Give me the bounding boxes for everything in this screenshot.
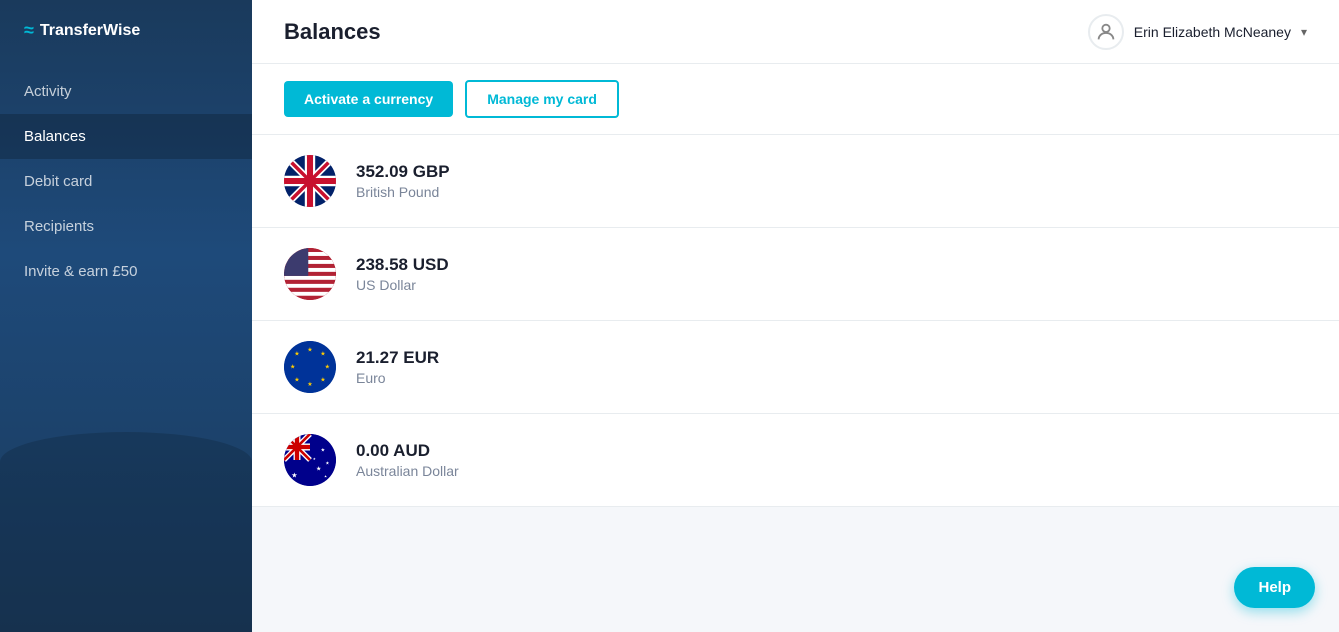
user-name: Erin Elizabeth McNeaney — [1134, 24, 1291, 40]
svg-text:★: ★ — [321, 447, 326, 453]
currency-item-usd[interactable]: 238.58 USD US Dollar — [252, 228, 1339, 321]
logo-icon: ≈ — [24, 20, 34, 41]
currency-info-gbp: 352.09 GBP British Pound — [356, 162, 450, 200]
flag-eur: ★ ★ ★ ★ ★ ★ ★ ★ — [284, 341, 336, 393]
logo-area: ≈ TransferWise — [0, 0, 252, 69]
currency-name-eur: Euro — [356, 370, 439, 386]
svg-text:★: ★ — [294, 351, 299, 358]
flag-usd — [284, 248, 336, 300]
currency-item-aud[interactable]: ★ ★ ★ ★ ★ ★ 0.00 AUD Australian Dollar — [252, 414, 1339, 507]
sidebar-item-invite[interactable]: Invite & earn £50 — [0, 249, 252, 294]
svg-text:★: ★ — [324, 474, 327, 478]
currency-name-usd: US Dollar — [356, 277, 449, 293]
svg-text:★: ★ — [290, 364, 295, 371]
sidebar-item-debit-card[interactable]: Debit card — [0, 159, 252, 204]
help-button[interactable]: Help — [1234, 567, 1315, 608]
sidebar-item-activity[interactable]: Activity — [0, 69, 252, 114]
flag-aud: ★ ★ ★ ★ ★ ★ — [284, 434, 336, 486]
svg-text:★: ★ — [294, 377, 299, 384]
svg-text:★: ★ — [316, 465, 321, 472]
logo[interactable]: ≈ TransferWise — [24, 20, 228, 41]
sidebar: ≈ TransferWise Activity Balances Debit c… — [0, 0, 252, 632]
svg-text:★: ★ — [320, 377, 325, 384]
main-content: Balances Erin Elizabeth McNeaney ▾ Activ… — [252, 0, 1339, 632]
currency-list: 352.09 GBP British Pound — [252, 135, 1339, 632]
svg-text:★: ★ — [291, 471, 297, 479]
svg-text:★: ★ — [313, 457, 316, 461]
chevron-down-icon: ▾ — [1301, 25, 1307, 39]
sidebar-item-recipients[interactable]: Recipients — [0, 204, 252, 249]
user-menu[interactable]: Erin Elizabeth McNeaney ▾ — [1088, 14, 1307, 50]
currency-amount-gbp: 352.09 GBP — [356, 162, 450, 182]
header: Balances Erin Elizabeth McNeaney ▾ — [252, 0, 1339, 64]
svg-text:★: ★ — [320, 351, 325, 358]
currency-info-aud: 0.00 AUD Australian Dollar — [356, 441, 459, 479]
currency-name-aud: Australian Dollar — [356, 463, 459, 479]
page-title: Balances — [284, 19, 381, 45]
svg-text:★: ★ — [325, 460, 329, 465]
currency-info-eur: 21.27 EUR Euro — [356, 348, 439, 386]
action-bar: Activate a currency Manage my card — [252, 64, 1339, 135]
svg-text:★: ★ — [307, 346, 312, 353]
currency-item-eur[interactable]: ★ ★ ★ ★ ★ ★ ★ ★ 21.27 EUR Euro — [252, 321, 1339, 414]
manage-card-button[interactable]: Manage my card — [465, 80, 619, 118]
logo-text: TransferWise — [40, 22, 140, 40]
currency-item-gbp[interactable]: 352.09 GBP British Pound — [252, 135, 1339, 228]
sidebar-nav: Activity Balances Debit card Recipients … — [0, 69, 252, 294]
currency-amount-usd: 238.58 USD — [356, 255, 449, 275]
user-avatar-icon — [1088, 14, 1124, 50]
currency-info-usd: 238.58 USD US Dollar — [356, 255, 449, 293]
flag-gbp — [284, 155, 336, 207]
activate-currency-button[interactable]: Activate a currency — [284, 81, 453, 117]
currency-name-gbp: British Pound — [356, 184, 450, 200]
svg-text:★: ★ — [325, 364, 330, 371]
currency-amount-aud: 0.00 AUD — [356, 441, 459, 461]
sidebar-item-balances[interactable]: Balances — [0, 114, 252, 159]
currency-amount-eur: 21.27 EUR — [356, 348, 439, 368]
svg-text:★: ★ — [307, 381, 312, 388]
